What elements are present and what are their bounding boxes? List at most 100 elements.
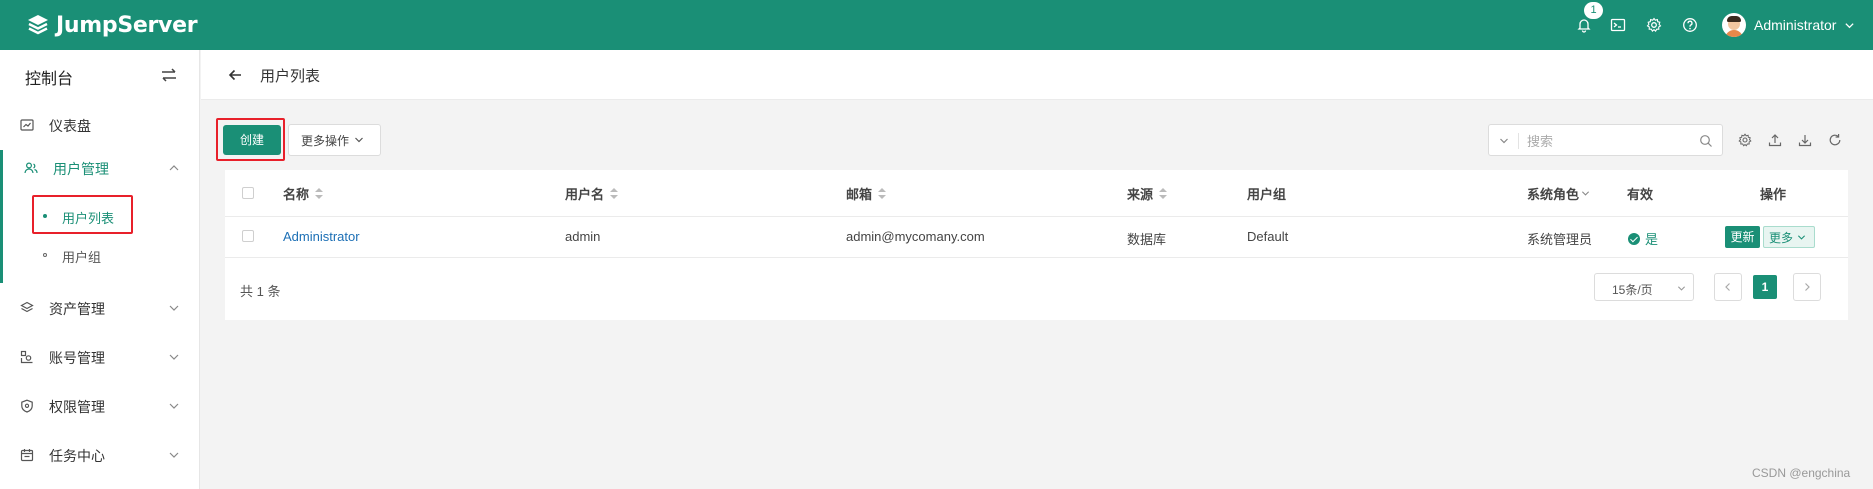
sidebar-item-label: 资产管理 [49,301,105,317]
column-header-username[interactable]: 用户名 [565,184,619,203]
upload-icon[interactable] [1768,133,1782,147]
cell-username: admin [565,229,601,244]
download-icon[interactable] [1798,133,1812,147]
chevron-down-icon [169,452,179,458]
chevron-left-icon [1725,283,1730,291]
sidebar-header: 控制台 [0,50,200,100]
avatar [1722,13,1746,37]
prev-page-button[interactable] [1714,273,1742,301]
chevron-up-icon [169,165,179,171]
gear-icon[interactable] [1642,13,1666,37]
sidebar-item-label: 账号管理 [49,350,105,366]
page-number-current[interactable]: 1 [1753,275,1777,299]
sidebar-item-user-list[interactable]: 用户列表 [0,201,200,231]
sidebar-item-user-management[interactable]: 用户管理 [0,146,200,190]
sidebar-item-task-center[interactable]: 任务中心 [0,433,200,477]
swap-view-icon[interactable] [160,66,178,84]
table-header: 名称 用户名 邮箱 来源 用户组 系统角色 有效 操作 [225,170,1848,217]
user-name: Administrator [1754,17,1837,33]
page-title: 用户列表 [260,68,321,85]
notification-badge: 1 [1584,2,1603,19]
users-icon [24,162,38,174]
sidebar-item-asset-management[interactable]: 资产管理 [0,286,200,330]
chevron-down-icon [169,305,179,311]
active-dot [43,214,47,218]
brand-name: JumpServer [56,12,198,38]
next-page-button[interactable] [1793,273,1821,301]
column-header-email[interactable]: 邮箱 [846,184,887,203]
back-arrow-icon[interactable] [227,67,243,83]
chevron-down-icon [169,403,179,409]
sidebar-item-label: 权限管理 [49,399,105,415]
row-more-button[interactable]: 更多 [1763,226,1815,248]
settings-icon[interactable] [1738,133,1752,147]
user-menu[interactable]: Administrator [1722,13,1855,37]
calendar-icon [20,449,34,462]
update-button[interactable]: 更新 [1725,226,1760,248]
chevron-down-icon [1677,286,1686,291]
column-header-groups: 用户组 [1247,187,1287,202]
shield-icon [21,399,33,413]
filter-chevron-icon[interactable] [1581,189,1590,198]
cell-email: admin@mycomany.com [846,229,985,244]
select-all-checkbox[interactable] [242,187,254,199]
check-circle-icon [1628,232,1640,245]
page-size-value: 15条/页 [1612,283,1653,297]
more-actions-button[interactable]: 更多操作 [288,124,381,156]
sort-icon[interactable] [1159,187,1168,200]
sidebar: 控制台 仪表盘 用户管理 用户列表 用户组 资产管理 账号管理 权限管理 任务中… [0,50,200,489]
search-icon[interactable] [1699,134,1713,148]
chevron-down-icon [169,354,179,360]
column-header-name[interactable]: 名称 [283,184,324,203]
page-size-select[interactable]: 15条/页 [1594,273,1694,301]
inactive-dot [43,253,47,257]
cell-valid: 是 [1628,229,1658,248]
terminal-icon[interactable] [1606,13,1630,37]
bell-icon[interactable]: 1 [1572,2,1603,37]
column-header-source[interactable]: 来源 [1127,184,1168,203]
page-header: 用户列表 [201,50,1873,100]
total-count: 共 1 条 [240,284,281,299]
create-button[interactable]: 创建 [223,125,281,155]
sort-icon[interactable] [610,187,619,200]
more-actions-label: 更多操作 [301,133,350,148]
sidebar-item-label: 用户管理 [53,161,109,177]
cell-source: 数据库 [1127,232,1167,247]
cell-groups: Default [1247,229,1289,244]
chevron-down-icon [1845,22,1855,28]
dashboard-icon [20,119,34,131]
layers-icon [20,301,34,313]
top-header: JumpServer 1 Administrator [0,0,1873,50]
sort-icon[interactable] [315,187,324,200]
sidebar-item-label: 仪表盘 [49,118,91,134]
sidebar-subitem-label: 用户组 [62,250,102,265]
chevron-down-icon [355,137,363,143]
cell-role: 系统管理员 [1527,232,1593,247]
help-icon[interactable] [1678,13,1702,37]
cell-name[interactable]: Administrator [283,229,360,244]
watermark: CSDN @engchina [1752,466,1851,480]
sidebar-item-permission-management[interactable]: 权限管理 [0,384,200,428]
search-input[interactable] [1527,130,1687,152]
user-table: 名称 用户名 邮箱 来源 用户组 系统角色 有效 操作 Administrato… [225,170,1848,320]
search-field[interactable] [1488,124,1723,156]
column-header-valid: 有效 [1627,187,1654,202]
row-checkbox[interactable] [242,230,254,242]
sidebar-item-label: 任务中心 [49,448,105,464]
divider [1518,133,1519,149]
sidebar-item-account-management[interactable]: 账号管理 [0,335,200,379]
column-header-actions: 操作 [1760,187,1787,202]
refresh-icon[interactable] [1828,133,1842,147]
sidebar-title: 控制台 [25,71,74,88]
jumpserver-logo-icon [26,13,50,37]
sidebar-item-dashboard[interactable]: 仪表盘 [0,103,200,147]
sort-icon[interactable] [878,187,887,200]
table-row: Administrator admin admin@mycomany.com 数… [225,217,1848,258]
column-header-role[interactable]: 系统角色 [1527,184,1590,203]
accounts-icon [20,350,33,364]
chevron-right-icon [1805,283,1810,291]
sidebar-item-user-groups[interactable]: 用户组 [0,240,200,270]
logo[interactable]: JumpServer [26,12,198,38]
sidebar-subitem-label: 用户列表 [62,211,115,226]
chevron-down-icon[interactable] [1499,136,1509,146]
